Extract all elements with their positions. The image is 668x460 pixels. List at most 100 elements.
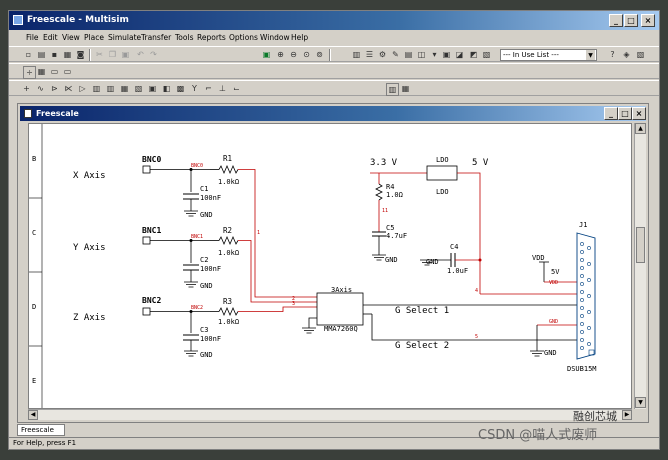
print-icon[interactable]: ▦: [62, 49, 73, 60]
menu-place[interactable]: Place: [84, 31, 104, 45]
zoom-area-icon[interactable]: ⊙: [301, 49, 312, 60]
grapher-icon[interactable]: ▥: [351, 49, 362, 60]
doc-maximize-button[interactable]: □: [618, 107, 632, 120]
diode-icon[interactable]: ⊳: [49, 83, 60, 94]
netlist-icon[interactable]: ▣: [441, 49, 452, 60]
z-axis-input-stage: Z Axis BNC2 BNC2 R3 1.0kΩ C3 100nF GND 3: [73, 296, 317, 359]
resistor-symbol: [218, 306, 239, 317]
app-title: Freescale - Multisim: [27, 15, 129, 25]
menu-help[interactable]: Help: [291, 31, 308, 45]
transistor-component-icon[interactable]: ▭: [62, 66, 73, 77]
ldo-ref: LDO: [436, 156, 449, 164]
basic-icon[interactable]: ∿: [35, 83, 46, 94]
menu-transfer[interactable]: Transfer: [141, 31, 171, 45]
sheet-tab-freescale[interactable]: Freescale: [17, 424, 65, 436]
undo-icon[interactable]: ↶: [135, 49, 146, 60]
transistor-icon[interactable]: ⋉: [63, 83, 74, 94]
menu-view[interactable]: View: [62, 31, 80, 45]
menu-options[interactable]: Options: [229, 31, 258, 45]
misc-icon[interactable]: ▩: [175, 83, 186, 94]
new-file-icon[interactable]: ▫: [23, 49, 34, 60]
doc-close-button[interactable]: ×: [632, 107, 646, 120]
save-icon[interactable]: ▪: [49, 49, 60, 60]
schematic-canvas[interactable]: B C D E X Axis BNC0 BNC0 R1 1.0kΩ C1 100…: [28, 123, 632, 409]
edu-website-icon[interactable]: ◈: [621, 49, 632, 60]
watermark-brand: 融创芯城: [573, 408, 617, 424]
ttl-icon[interactable]: ▥: [91, 83, 102, 94]
menu-reports[interactable]: Reports: [197, 31, 226, 45]
app-titlebar[interactable]: Freescale - Multisim _ □ ×: [9, 11, 659, 30]
resistor-value: 1.0kΩ: [218, 318, 239, 326]
wire-label: 4: [475, 288, 478, 294]
redo-icon[interactable]: ↷: [148, 49, 159, 60]
ultiboard-icon[interactable]: ▧: [635, 49, 646, 60]
dsub15m-connector: J1 DSUB15M: [567, 221, 597, 373]
menu-tools[interactable]: Tools: [175, 31, 193, 45]
menu-bar: File Edit View Place Simulate Transfer T…: [9, 31, 659, 45]
zoom-fit-icon[interactable]: ⊚: [314, 49, 325, 60]
components-toolbar: ÷ ▦ ▭ ▭: [9, 63, 659, 79]
erc-icon[interactable]: ◫: [416, 49, 427, 60]
power-source-icon[interactable]: +: [21, 83, 32, 94]
doc-minimize-button[interactable]: _: [604, 107, 618, 120]
document-titlebar[interactable]: Freescale _ □ ×: [20, 106, 646, 121]
scroll-right-icon[interactable]: ▶: [622, 410, 632, 420]
spreadsheet-icon[interactable]: ☰: [364, 49, 375, 60]
in-use-list-dropdown[interactable]: --- In Use List --- ▼: [500, 49, 597, 61]
source-component-icon[interactable]: ÷: [23, 66, 36, 79]
fullscreen-icon[interactable]: ▣: [261, 49, 272, 60]
electromech-icon[interactable]: ⌐: [203, 83, 214, 94]
capacitor-ref: C3: [200, 326, 208, 334]
cmos-icon[interactable]: ▥: [105, 83, 116, 94]
ladder-icon[interactable]: ⊥: [217, 83, 228, 94]
scroll-down-icon[interactable]: ▼: [635, 397, 646, 408]
hierarchical-block-icon[interactable]: ⌙: [231, 83, 242, 94]
forward-annotate-icon[interactable]: ◩: [468, 49, 479, 60]
bnc-connector: [142, 236, 151, 245]
scroll-left-icon[interactable]: ◀: [28, 410, 38, 420]
menu-simulate[interactable]: Simulate: [108, 31, 141, 45]
maximize-button[interactable]: □: [624, 14, 638, 27]
minimize-button[interactable]: _: [609, 14, 623, 27]
watermark-brand-text: 融创芯城: [573, 410, 617, 423]
net-label: BNC0: [191, 163, 203, 169]
analog-icon[interactable]: ▷: [77, 83, 88, 94]
resistor-symbol: [218, 164, 239, 175]
copy-icon[interactable]: ❐: [107, 49, 118, 60]
open-file-icon[interactable]: ▤: [36, 49, 47, 60]
vertical-scrollbar[interactable]: ▲ ▼: [634, 123, 646, 409]
scroll-thumb[interactable]: [636, 227, 645, 263]
cut-icon[interactable]: ✂: [94, 49, 105, 60]
indicator-icon[interactable]: ▣: [147, 83, 158, 94]
sheet-zone-label: C: [32, 229, 36, 237]
misc-digital-icon[interactable]: ▦: [119, 83, 130, 94]
mixed-icon[interactable]: ▧: [133, 83, 144, 94]
create-component-icon[interactable]: ✎: [390, 49, 401, 60]
bus-icon[interactable]: ▥: [386, 83, 399, 96]
menu-file[interactable]: File: [26, 31, 39, 45]
rf-icon[interactable]: Y: [189, 83, 200, 94]
database-icon[interactable]: ⚙: [377, 49, 388, 60]
zoom-out-icon[interactable]: ⊖: [288, 49, 299, 60]
zoom-in-icon[interactable]: ⊕: [275, 49, 286, 60]
instruments-icon[interactable]: ▦: [400, 83, 411, 94]
transfer-icon[interactable]: ▧: [481, 49, 492, 60]
wire: [238, 240, 317, 303]
menu-window[interactable]: Window: [260, 31, 290, 45]
horizontal-scrollbar[interactable]: ◀ ▶: [28, 409, 632, 420]
paste-icon[interactable]: ▣: [120, 49, 131, 60]
close-button[interactable]: ×: [641, 14, 655, 27]
help-icon[interactable]: ?: [607, 49, 618, 60]
backannotate-icon[interactable]: ◪: [454, 49, 465, 60]
basic-component-icon[interactable]: ▦: [36, 66, 47, 77]
gnd-label: GND: [385, 256, 398, 264]
diode-component-icon[interactable]: ▭: [49, 66, 60, 77]
print-preview-icon[interactable]: ◙: [75, 49, 86, 60]
power-icon[interactable]: ◧: [161, 83, 172, 94]
scroll-up-icon[interactable]: ▲: [635, 123, 646, 134]
postprocessor-icon[interactable]: ▤: [403, 49, 414, 60]
capacitor-ref: C2: [200, 256, 208, 264]
parts-toolbar: + ∿ ⊳ ⋉ ▷ ▥ ▥ ▦ ▧ ▣ ◧ ▩ Y ⌐ ⊥ ⌙ ▥ ▦: [9, 80, 659, 96]
dropdown-icon[interactable]: ▾: [429, 49, 440, 60]
menu-edit[interactable]: Edit: [43, 31, 58, 45]
